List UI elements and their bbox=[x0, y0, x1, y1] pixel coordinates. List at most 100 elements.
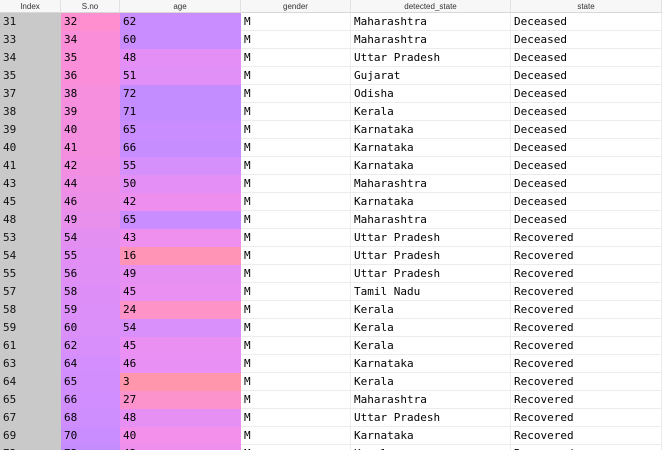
age-cell[interactable]: 40 bbox=[120, 427, 241, 445]
sno-cell[interactable]: 55 bbox=[61, 247, 120, 265]
gender-cell[interactable]: M bbox=[241, 427, 351, 445]
index-cell[interactable]: 58 bbox=[0, 301, 61, 319]
state-cell[interactable]: Deceased bbox=[511, 193, 662, 211]
age-cell[interactable]: 45 bbox=[120, 337, 241, 355]
index-cell[interactable]: 31 bbox=[0, 13, 61, 31]
age-cell[interactable]: 50 bbox=[120, 175, 241, 193]
state-cell[interactable]: Recovered bbox=[511, 229, 662, 247]
detected-state-cell[interactable]: Karnataka bbox=[351, 427, 511, 445]
state-cell[interactable]: Recovered bbox=[511, 301, 662, 319]
detected-state-cell[interactable]: Gujarat bbox=[351, 67, 511, 85]
detected-state-cell[interactable]: Uttar Pradesh bbox=[351, 265, 511, 283]
header-state[interactable]: state bbox=[511, 0, 662, 13]
sno-cell[interactable]: 44 bbox=[61, 175, 120, 193]
sno-cell[interactable]: 66 bbox=[61, 391, 120, 409]
state-cell[interactable]: Recovered bbox=[511, 409, 662, 427]
detected-state-cell[interactable]: Kerala bbox=[351, 103, 511, 121]
sno-cell[interactable]: 64 bbox=[61, 355, 120, 373]
gender-cell[interactable]: M bbox=[241, 103, 351, 121]
detected-state-cell[interactable]: Maharashtra bbox=[351, 13, 511, 31]
index-cell[interactable]: 48 bbox=[0, 211, 61, 229]
index-cell[interactable]: 45 bbox=[0, 193, 61, 211]
state-cell[interactable]: Recovered bbox=[511, 373, 662, 391]
index-cell[interactable]: 59 bbox=[0, 319, 61, 337]
gender-cell[interactable]: M bbox=[241, 445, 351, 450]
sno-cell[interactable]: 68 bbox=[61, 409, 120, 427]
gender-cell[interactable]: M bbox=[241, 31, 351, 49]
gender-cell[interactable]: M bbox=[241, 121, 351, 139]
index-cell[interactable]: 64 bbox=[0, 373, 61, 391]
gender-cell[interactable]: M bbox=[241, 211, 351, 229]
header-gender[interactable]: gender bbox=[241, 0, 351, 13]
detected-state-cell[interactable]: Tamil Nadu bbox=[351, 283, 511, 301]
gender-cell[interactable]: M bbox=[241, 391, 351, 409]
sno-cell[interactable]: 73 bbox=[61, 445, 120, 450]
age-cell[interactable]: 55 bbox=[120, 157, 241, 175]
gender-cell[interactable]: M bbox=[241, 193, 351, 211]
state-cell[interactable]: Recovered bbox=[511, 283, 662, 301]
index-cell[interactable]: 38 bbox=[0, 103, 61, 121]
age-cell[interactable]: 46 bbox=[120, 355, 241, 373]
index-cell[interactable]: 53 bbox=[0, 229, 61, 247]
gender-cell[interactable]: M bbox=[241, 283, 351, 301]
age-cell[interactable]: 45 bbox=[120, 283, 241, 301]
header-detected-state[interactable]: detected_state bbox=[351, 0, 511, 13]
gender-cell[interactable]: M bbox=[241, 157, 351, 175]
index-cell[interactable]: 33 bbox=[0, 31, 61, 49]
age-cell[interactable]: 48 bbox=[120, 49, 241, 67]
index-cell[interactable]: 55 bbox=[0, 265, 61, 283]
age-cell[interactable]: 62 bbox=[120, 13, 241, 31]
detected-state-cell[interactable]: Karnataka bbox=[351, 193, 511, 211]
sno-cell[interactable]: 34 bbox=[61, 31, 120, 49]
sno-cell[interactable]: 58 bbox=[61, 283, 120, 301]
gender-cell[interactable]: M bbox=[241, 175, 351, 193]
sno-cell[interactable]: 38 bbox=[61, 85, 120, 103]
age-cell[interactable]: 66 bbox=[120, 139, 241, 157]
gender-cell[interactable]: M bbox=[241, 319, 351, 337]
detected-state-cell[interactable]: Kerala bbox=[351, 337, 511, 355]
gender-cell[interactable]: M bbox=[241, 373, 351, 391]
header-sno[interactable]: S.no bbox=[61, 0, 120, 13]
state-cell[interactable]: Deceased bbox=[511, 31, 662, 49]
state-cell[interactable]: Deceased bbox=[511, 67, 662, 85]
age-cell[interactable]: 65 bbox=[120, 121, 241, 139]
state-cell[interactable]: Deceased bbox=[511, 157, 662, 175]
gender-cell[interactable]: M bbox=[241, 13, 351, 31]
sno-cell[interactable]: 46 bbox=[61, 193, 120, 211]
gender-cell[interactable]: M bbox=[241, 49, 351, 67]
sno-cell[interactable]: 49 bbox=[61, 211, 120, 229]
sno-cell[interactable]: 35 bbox=[61, 49, 120, 67]
index-cell[interactable]: 54 bbox=[0, 247, 61, 265]
index-cell[interactable]: 35 bbox=[0, 67, 61, 85]
sno-cell[interactable]: 59 bbox=[61, 301, 120, 319]
index-cell[interactable]: 57 bbox=[0, 283, 61, 301]
sno-cell[interactable]: 41 bbox=[61, 139, 120, 157]
index-cell[interactable]: 41 bbox=[0, 157, 61, 175]
gender-cell[interactable]: M bbox=[241, 247, 351, 265]
state-cell[interactable]: Recovered bbox=[511, 247, 662, 265]
age-cell[interactable]: 43 bbox=[120, 229, 241, 247]
index-cell[interactable]: 72 bbox=[0, 445, 61, 450]
sno-cell[interactable]: 56 bbox=[61, 265, 120, 283]
sno-cell[interactable]: 65 bbox=[61, 373, 120, 391]
sno-cell[interactable]: 36 bbox=[61, 67, 120, 85]
index-cell[interactable]: 40 bbox=[0, 139, 61, 157]
detected-state-cell[interactable]: Uttar Pradesh bbox=[351, 229, 511, 247]
state-cell[interactable]: Recovered bbox=[511, 319, 662, 337]
index-cell[interactable]: 63 bbox=[0, 355, 61, 373]
state-cell[interactable]: Deceased bbox=[511, 103, 662, 121]
sno-cell[interactable]: 40 bbox=[61, 121, 120, 139]
index-cell[interactable]: 39 bbox=[0, 121, 61, 139]
state-cell[interactable]: Deceased bbox=[511, 85, 662, 103]
gender-cell[interactable]: M bbox=[241, 301, 351, 319]
age-cell[interactable]: 54 bbox=[120, 319, 241, 337]
state-cell[interactable]: Deceased bbox=[511, 139, 662, 157]
state-cell[interactable]: Recovered bbox=[511, 427, 662, 445]
detected-state-cell[interactable]: Uttar Pradesh bbox=[351, 409, 511, 427]
sno-cell[interactable]: 62 bbox=[61, 337, 120, 355]
detected-state-cell[interactable]: Odisha bbox=[351, 85, 511, 103]
age-cell[interactable]: 24 bbox=[120, 301, 241, 319]
age-cell[interactable]: 49 bbox=[120, 265, 241, 283]
detected-state-cell[interactable]: Uttar Pradesh bbox=[351, 247, 511, 265]
detected-state-cell[interactable]: Karnataka bbox=[351, 139, 511, 157]
